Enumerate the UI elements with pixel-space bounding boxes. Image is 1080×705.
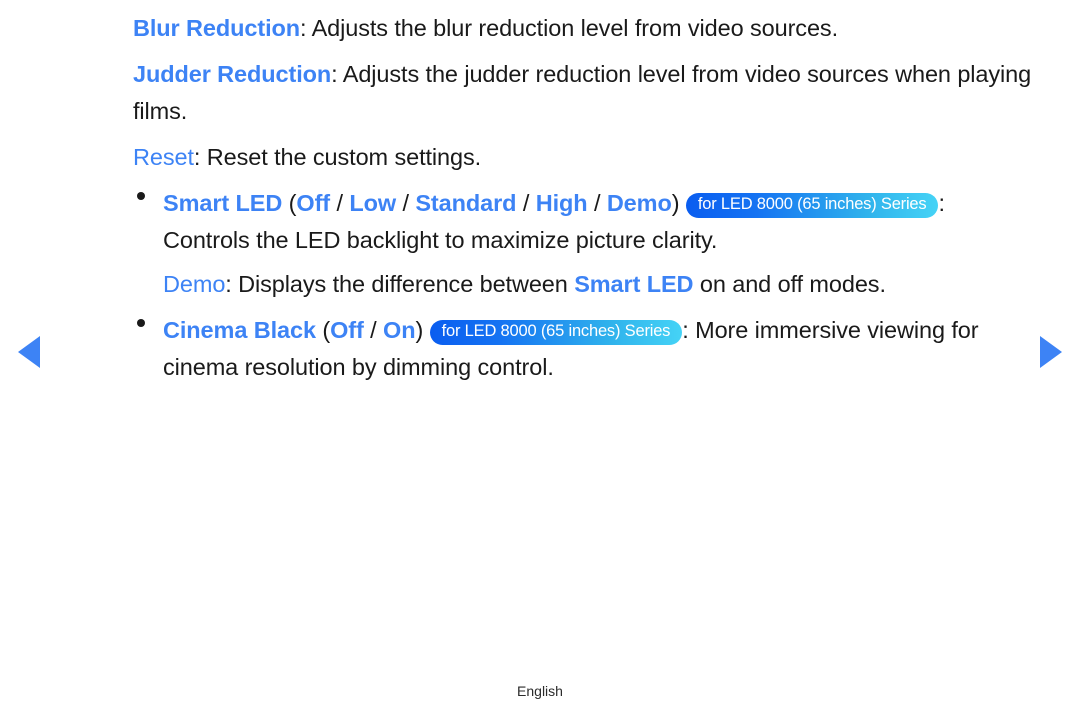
description-cinema-black: More immersive viewing for [688, 317, 979, 343]
entry-smart-led: Smart LED (Off / Low / Standard / High /… [133, 176, 1033, 259]
previous-page-arrow-icon[interactable] [18, 336, 40, 368]
description-demo-part2: on and off modes. [693, 271, 886, 297]
separator-1: / [330, 190, 350, 216]
inline-term-smart-led: Smart LED [574, 271, 694, 297]
bullet-icon [137, 192, 145, 200]
separator-3: / [516, 190, 536, 216]
open-paren-smart-led: ( [282, 190, 297, 216]
option-cinema-black-on: On [383, 317, 416, 343]
entry-blur-reduction: Blur Reduction: Adjusts the blur reducti… [133, 0, 1033, 47]
option-smart-led-demo: Demo [606, 190, 672, 216]
description-blur-reduction: Adjusts the blur reduction level from vi… [306, 15, 839, 41]
option-smart-led-high: High [535, 190, 588, 216]
description-smart-led-line2: Controls the LED backlight to maximize p… [163, 227, 718, 253]
term-demo: Demo [163, 271, 226, 297]
separator-2: / [396, 190, 416, 216]
entry-cinema-black: Cinema Black (Off / On) for LED 8000 (65… [133, 303, 1033, 386]
help-page: Blur Reduction: Adjusts the blur reducti… [0, 0, 1080, 705]
option-cinema-black-off: Off [330, 317, 364, 343]
option-smart-led-off: Off [296, 190, 331, 216]
entry-reset: Reset: Reset the custom settings. [133, 130, 1033, 176]
colon-smart-led: : [938, 190, 945, 216]
term-cinema-black: Cinema Black [163, 317, 316, 343]
separator-5: / [363, 317, 384, 343]
language-label: English [517, 683, 563, 699]
description-judder-reduction: Adjusts the judder reduction level from … [337, 61, 951, 87]
close-paren-cinema-black: ) [415, 317, 424, 343]
term-judder-reduction: Judder Reduction [133, 61, 332, 87]
next-page-arrow-icon[interactable] [1040, 336, 1062, 368]
bullet-icon [137, 319, 145, 327]
close-paren-smart-led: ) [671, 190, 680, 216]
content-column: Blur Reduction: Adjusts the blur reducti… [133, 0, 1033, 386]
description-demo-part1: Displays the difference between [231, 271, 575, 297]
model-badge-cinema-black: for LED 8000 (65 inches) Series [429, 320, 683, 345]
entry-demo: Demo: Displays the difference between Sm… [133, 259, 1033, 303]
option-smart-led-low: Low [349, 190, 397, 216]
description-reset: Reset the custom settings. [200, 144, 482, 170]
term-blur-reduction: Blur Reduction [133, 15, 301, 41]
entry-judder-reduction: Judder Reduction: Adjusts the judder red… [133, 47, 1033, 130]
term-smart-led: Smart LED [163, 190, 283, 216]
model-badge-smart-led: for LED 8000 (65 inches) Series [685, 193, 939, 218]
separator-4: / [587, 190, 607, 216]
open-paren-cinema-black: ( [315, 317, 331, 343]
option-smart-led-standard: Standard [415, 190, 517, 216]
description-cinema-black-line2: cinema resolution by dimming control. [163, 354, 554, 380]
term-reset: Reset [133, 144, 194, 170]
